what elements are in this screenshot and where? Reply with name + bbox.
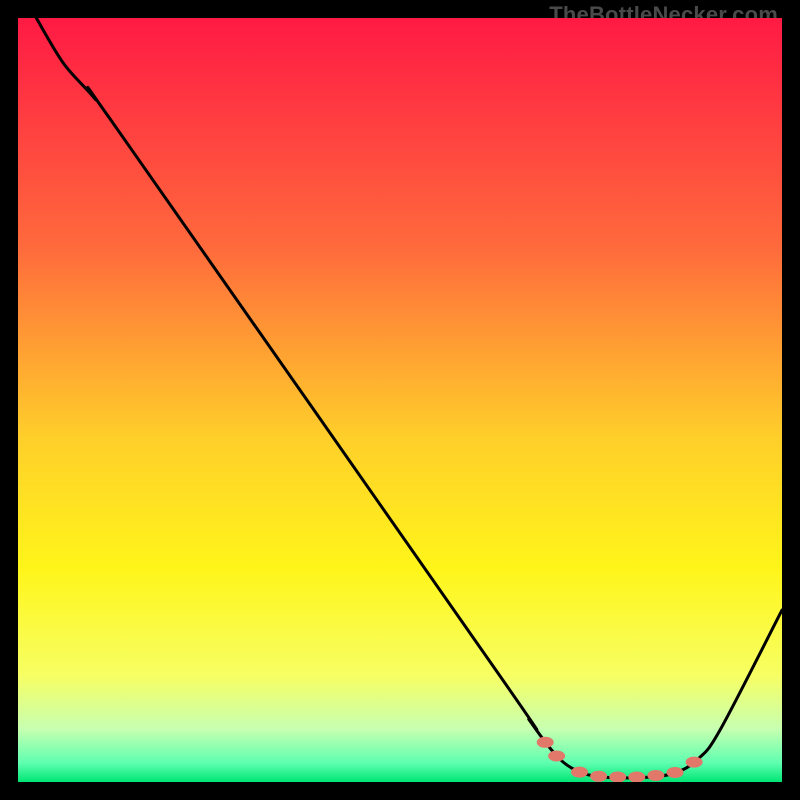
highlight-dot xyxy=(628,772,645,783)
highlight-dot xyxy=(548,751,565,762)
highlight-dot xyxy=(609,772,626,783)
gradient-background xyxy=(18,18,782,782)
bottleneck-curve-chart xyxy=(18,18,782,782)
highlight-dot xyxy=(571,767,588,778)
highlight-dot xyxy=(590,771,607,782)
highlight-dot xyxy=(647,770,664,781)
highlight-dot xyxy=(667,767,684,778)
highlight-dot xyxy=(686,757,703,768)
highlight-dot xyxy=(537,737,554,748)
chart-frame xyxy=(18,18,782,782)
